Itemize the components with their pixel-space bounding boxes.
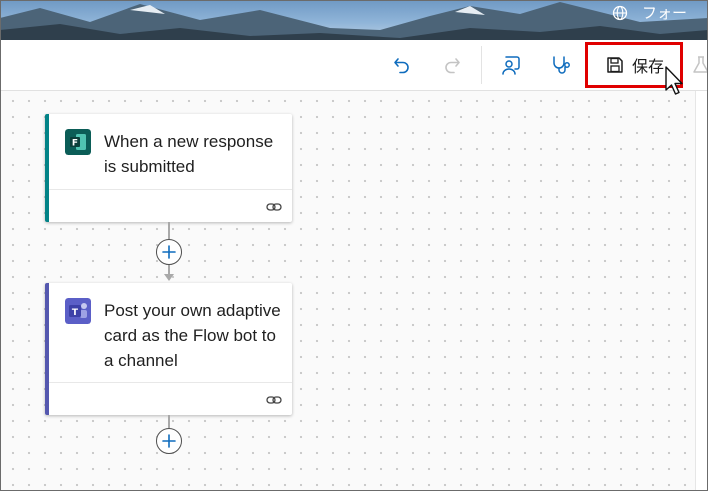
step-title: When a new response is submitted xyxy=(104,132,274,176)
copilot-button[interactable] xyxy=(498,52,524,78)
plus-icon xyxy=(162,434,176,448)
connector-arrow xyxy=(164,274,174,281)
canvas-scroll-edge[interactable] xyxy=(695,91,708,490)
link-icon[interactable] xyxy=(266,200,282,214)
globe-icon xyxy=(612,5,628,20)
undo-icon xyxy=(394,58,409,74)
flow-checker-button[interactable] xyxy=(548,52,574,78)
connector-line xyxy=(168,222,170,239)
card-footer xyxy=(49,382,292,415)
add-step-button[interactable] xyxy=(156,239,182,265)
mouse-cursor xyxy=(665,66,683,95)
step-title: Post your own adaptive card as the Flow … xyxy=(104,301,281,370)
environment-label: フォー xyxy=(642,4,688,22)
test-button[interactable] xyxy=(688,52,708,78)
redo-button[interactable] xyxy=(439,52,465,78)
link-icon[interactable] xyxy=(266,393,282,407)
undo-button[interactable] xyxy=(389,52,415,78)
trigger-card[interactable]: F When a new response is submitted xyxy=(45,114,292,222)
toolbar-separator xyxy=(481,46,482,84)
redo-icon xyxy=(445,58,460,74)
environment-selector[interactable]: フォー xyxy=(612,2,687,23)
card-footer xyxy=(49,189,292,222)
connector-line xyxy=(168,415,170,428)
plus-icon xyxy=(162,245,176,259)
header-banner: フォー xyxy=(0,0,708,40)
forms-icon: F xyxy=(65,129,91,155)
svg-text:F: F xyxy=(72,139,78,149)
svg-text:T: T xyxy=(72,308,79,318)
test-icon xyxy=(693,56,708,73)
save-label: 保存 xyxy=(632,57,665,76)
save-icon xyxy=(607,57,623,73)
flow-checker-icon xyxy=(553,56,570,74)
mountain-background xyxy=(0,2,708,40)
copilot-icon xyxy=(502,56,520,75)
teams-icon: T xyxy=(65,298,91,324)
add-step-button[interactable] xyxy=(156,428,182,454)
action-card[interactable]: T Post your own adaptive card as the Flo… xyxy=(45,283,292,415)
